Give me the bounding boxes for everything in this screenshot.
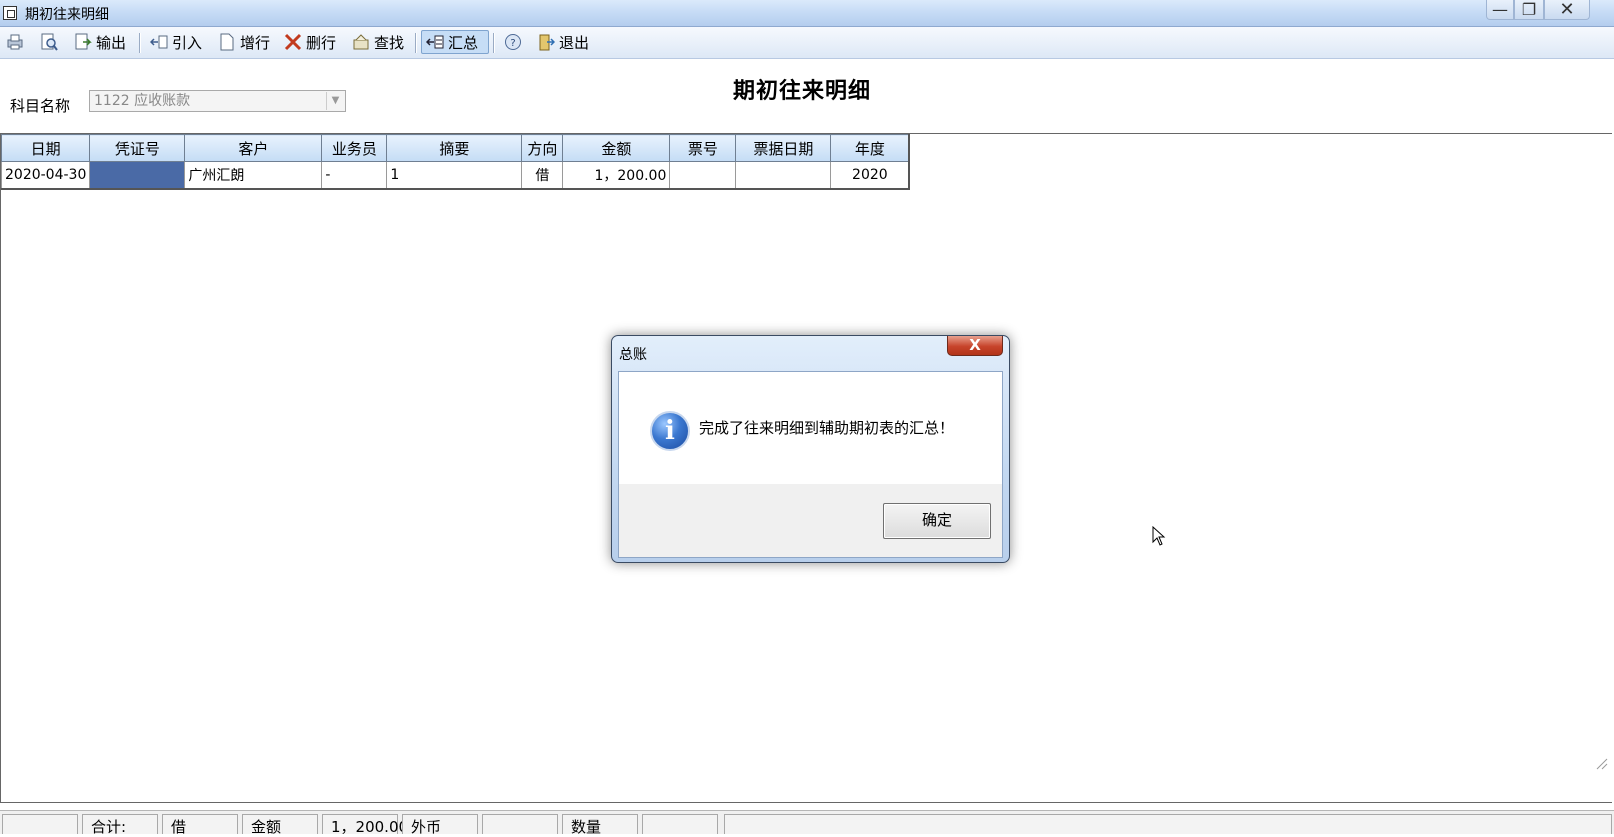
- add-row-label: 增行: [240, 33, 271, 52]
- cell-direction[interactable]: 借: [521, 161, 564, 190]
- resize-grip-icon[interactable]: [1594, 756, 1608, 770]
- print-preview-button[interactable]: [36, 30, 62, 54]
- subject-select[interactable]: 1122 应收账款 ▼: [89, 90, 346, 112]
- help-icon: ?: [504, 33, 522, 51]
- column-header-year[interactable]: 年度: [830, 134, 911, 162]
- cell-salesperson[interactable]: -: [321, 161, 388, 190]
- status-quantity-value: [642, 814, 718, 834]
- dialog-message-area: i 完成了往来明细到辅助期初表的汇总！: [619, 372, 1002, 484]
- export-button[interactable]: 输出: [70, 30, 130, 54]
- delete-row-label: 删行: [306, 33, 337, 52]
- find-icon: [352, 33, 370, 51]
- toolbar: 输出 引入 增行 删行 查找 汇总 ? 退出: [0, 27, 1614, 59]
- status-bar: 合计: 借 金额 1，200.00 外币 数量: [0, 810, 1614, 836]
- window-close-button[interactable]: ✕: [1544, 0, 1590, 20]
- status-foreign-value: [482, 814, 558, 834]
- status-direction: 借: [162, 814, 238, 836]
- summarize-icon: [425, 33, 444, 51]
- maximize-button[interactable]: ❐: [1514, 0, 1544, 20]
- cell-year[interactable]: 2020: [830, 161, 911, 190]
- column-header-ticket-date[interactable]: 票据日期: [735, 134, 832, 162]
- import-button[interactable]: 引入: [146, 30, 206, 54]
- column-header-amount[interactable]: 金额: [562, 134, 671, 162]
- title-bar: 期初往来明细 — ❐ ✕: [0, 0, 1614, 27]
- column-header-date[interactable]: 日期: [0, 134, 91, 162]
- exit-button[interactable]: 退出: [533, 30, 593, 54]
- ok-button[interactable]: 确定: [883, 503, 991, 539]
- subject-label: 科目名称: [10, 97, 71, 115]
- cell-voucher-selected[interactable]: [89, 161, 186, 190]
- export-icon: [74, 33, 92, 51]
- help-button[interactable]: ?: [500, 30, 526, 54]
- status-cell-message: [724, 814, 1612, 834]
- cell-summary[interactable]: 1: [386, 161, 523, 190]
- status-foreign-label: 外币: [402, 814, 478, 836]
- subject-select-value: 1122 应收账款: [94, 93, 191, 109]
- summarize-label: 汇总: [448, 33, 479, 52]
- dialog-close-button[interactable]: X: [947, 336, 1003, 356]
- column-header-customer[interactable]: 客户: [184, 134, 323, 162]
- new-row-icon: [218, 33, 236, 51]
- cell-amount[interactable]: 1，200.00: [562, 161, 671, 190]
- print-button[interactable]: [2, 30, 28, 54]
- import-label: 引入: [172, 33, 203, 52]
- column-header-salesperson[interactable]: 业务员: [321, 134, 388, 162]
- mouse-cursor-icon: [1152, 526, 1166, 546]
- app-icon: [3, 6, 17, 20]
- column-header-ticket-no[interactable]: 票号: [669, 134, 737, 162]
- dialog-body: i 完成了往来明细到辅助期初表的汇总！ 确定: [618, 371, 1003, 558]
- svg-text:?: ?: [510, 38, 515, 49]
- add-row-button[interactable]: 增行: [214, 30, 274, 54]
- column-header-summary[interactable]: 摘要: [386, 134, 523, 162]
- chevron-down-icon[interactable]: ▼: [326, 92, 344, 110]
- dialog-message: 完成了往来明细到辅助期初表的汇总！: [699, 419, 955, 437]
- toolbar-separator: [415, 33, 417, 53]
- print-preview-icon: [40, 33, 58, 51]
- status-amount-label: 金额: [242, 814, 318, 836]
- find-button[interactable]: 查找: [348, 30, 408, 54]
- status-cell-empty: [2, 814, 78, 834]
- export-label: 输出: [96, 33, 127, 52]
- cell-ticket-date[interactable]: [735, 161, 832, 190]
- import-icon: [149, 33, 168, 51]
- dialog-title: 总账: [619, 347, 647, 363]
- cell-ticket-no[interactable]: [669, 161, 737, 190]
- grid-header-row: 日期 凭证号 客户 业务员 摘要 方向 金额 票号 票据日期 年度: [0, 134, 911, 162]
- window-title: 期初往来明细: [25, 7, 109, 23]
- delete-x-icon: [284, 33, 302, 51]
- table-row[interactable]: 2020-04-30 广州汇朗 - 1 借 1，200.00 2020: [0, 161, 911, 190]
- minimize-button[interactable]: —: [1486, 0, 1514, 20]
- cell-date[interactable]: 2020-04-30: [0, 161, 91, 190]
- detail-grid: 日期 凭证号 客户 业务员 摘要 方向 金额 票号 票据日期 年度 2020-0…: [0, 134, 911, 190]
- info-icon: i: [650, 411, 690, 451]
- toolbar-separator: [493, 33, 495, 53]
- page-title: 期初往来明细: [733, 79, 872, 104]
- status-total-label: 合计:: [82, 814, 158, 836]
- message-dialog: 总账 X i 完成了往来明细到辅助期初表的汇总！ 确定: [611, 335, 1010, 563]
- find-label: 查找: [374, 33, 405, 52]
- toolbar-separator: [139, 33, 141, 53]
- exit-label: 退出: [559, 33, 590, 52]
- delete-row-button[interactable]: 删行: [280, 30, 340, 54]
- printer-icon: [6, 33, 24, 51]
- exit-door-icon: [537, 33, 556, 51]
- status-amount-value: 1，200.00: [322, 814, 408, 836]
- column-header-voucher[interactable]: 凭证号: [89, 134, 186, 162]
- summarize-button[interactable]: 汇总: [421, 30, 489, 54]
- column-header-direction[interactable]: 方向: [521, 134, 564, 162]
- status-quantity-label: 数量: [562, 814, 638, 836]
- cell-customer[interactable]: 广州汇朗: [184, 161, 323, 190]
